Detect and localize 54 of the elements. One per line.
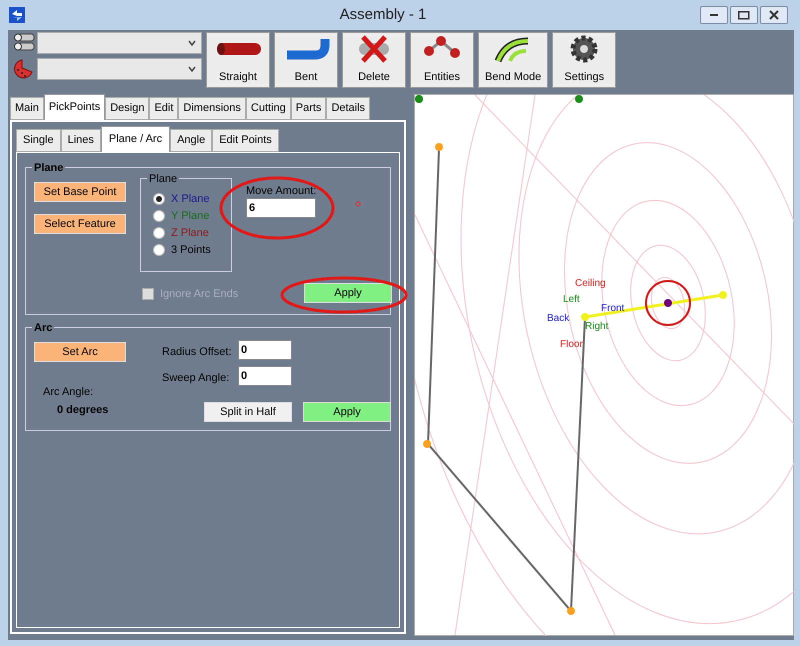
axis-label: Ceiling <box>575 278 606 290</box>
field-label: Radius Offset: <box>162 345 232 360</box>
tab[interactable]: Cutting <box>246 97 291 120</box>
field-label: Sweep Angle: <box>162 371 230 386</box>
axis-label: Front <box>601 303 624 315</box>
apply-button[interactable]: Apply <box>303 402 391 422</box>
tab[interactable]: Parts <box>290 97 326 120</box>
field-label: Arc Angle: <box>43 385 94 400</box>
toolbar-button[interactable]: Bent <box>274 32 338 88</box>
split-in-half-button[interactable]: Split in Half <box>204 402 292 422</box>
select-feature-button[interactable]: Select Feature <box>34 214 126 234</box>
maximize-icon <box>738 10 750 20</box>
minimize-icon <box>710 14 718 16</box>
point-icon <box>575 95 583 103</box>
toolbar-button[interactable]: Delete <box>342 32 406 88</box>
small-circle-icon <box>355 201 361 207</box>
tab[interactable]: Edit <box>149 97 178 120</box>
tab[interactable]: Edit Points <box>212 129 279 152</box>
toolbar-button[interactable]: Bend Mode <box>478 32 548 88</box>
axis-label: Floor <box>560 339 583 351</box>
tab[interactable]: Single <box>16 129 61 152</box>
close-icon <box>769 10 779 20</box>
axis-label: Left <box>563 294 580 306</box>
radius-offset-field[interactable]: 0 <box>238 340 292 360</box>
target-circle-icon <box>644 279 692 327</box>
window-title: Assembly - 1 <box>338 4 426 25</box>
set-arc-button[interactable]: Set Arc <box>34 342 126 362</box>
axis-label: Right <box>585 321 608 333</box>
minimize-button[interactable] <box>700 6 728 24</box>
set-base-point-button[interactable]: Set Base Point <box>34 182 126 202</box>
toolbar-button[interactable]: Settings <box>552 32 616 88</box>
move-amount-field[interactable]: 6 <box>246 198 316 218</box>
radio-option[interactable]: 3 Points <box>153 242 231 258</box>
tab[interactable]: Main <box>10 97 44 120</box>
tab[interactable]: PickPoints <box>44 94 106 120</box>
tab[interactable]: Details <box>326 97 370 120</box>
apply-button[interactable]: Apply <box>304 283 392 303</box>
chevron-down-icon <box>187 39 197 47</box>
tab[interactable]: Plane / Arc <box>100 126 170 152</box>
arc-angle-value: 0 degrees <box>57 403 108 418</box>
tab[interactable]: Angle <box>170 129 212 152</box>
app-logo-icon <box>8 6 26 24</box>
chevron-down-icon <box>187 65 197 73</box>
tab[interactable]: Dimensions <box>178 97 246 120</box>
axis-label: Back <box>547 313 570 325</box>
sweep-angle-field[interactable]: 0 <box>238 366 292 386</box>
toolbar-button[interactable]: Entities <box>410 32 474 88</box>
tab[interactable]: Design <box>105 97 150 120</box>
maximize-button[interactable] <box>730 6 758 24</box>
toolbar-button[interactable]: Straight <box>206 32 270 88</box>
tab[interactable]: Lines <box>60 129 101 152</box>
field-label: Move Amount: <box>246 184 316 199</box>
viewport-canvas[interactable]: Ceiling Left Back Front Right Floor <box>414 94 794 636</box>
close-button[interactable] <box>760 6 788 24</box>
